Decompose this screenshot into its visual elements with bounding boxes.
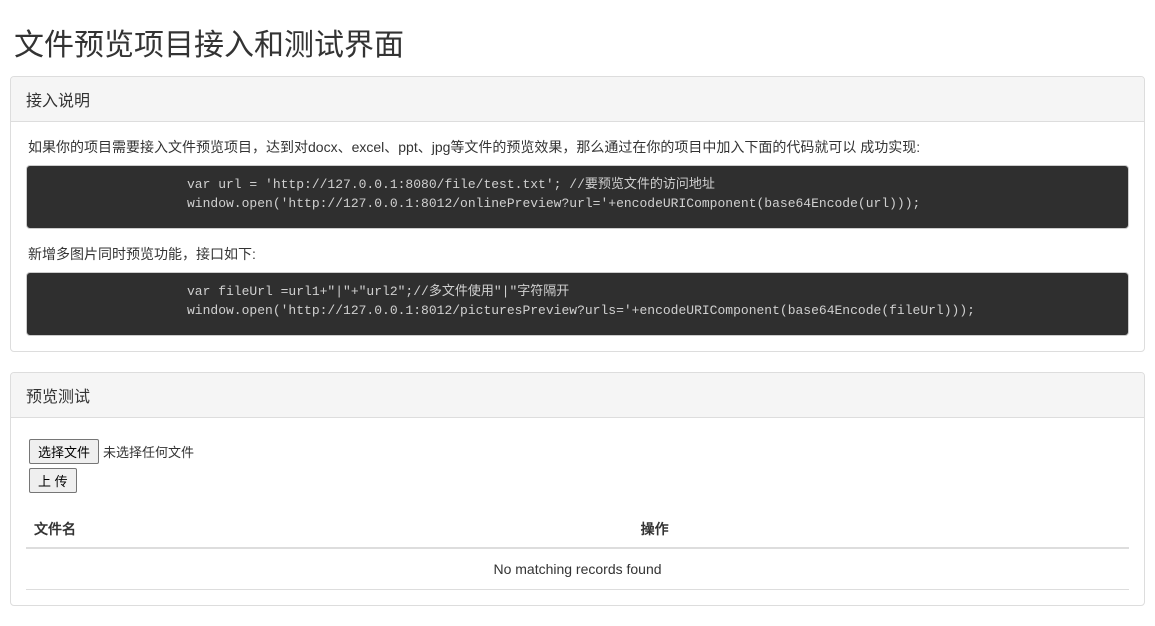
upload-area: 选择文件 未选择任何文件 上 传 (29, 439, 1129, 493)
table-header-filename: 文件名 (26, 511, 633, 548)
choose-file-button[interactable]: 选择文件 (29, 439, 99, 464)
panel-body-access-instructions: 如果你的项目需要接入文件预览项目，达到对docx、excel、ppt、jpg等文… (11, 122, 1144, 351)
code-block-2: var fileUrl =url1+"|"+"url2";//多文件使用"|"字… (26, 272, 1129, 336)
file-table: 文件名 操作 No matching records found (26, 511, 1129, 590)
page-title: 文件预览项目接入和测试界面 (14, 20, 1145, 64)
code-block-1: var url = 'http://127.0.0.1:8080/file/te… (26, 165, 1129, 229)
panel-heading-access-instructions: 接入说明 (11, 77, 1144, 122)
intro-text-1: 如果你的项目需要接入文件预览项目，达到对docx、excel、ppt、jpg等文… (26, 137, 1129, 157)
intro-text-2: 新增多图片同时预览功能，接口如下: (26, 244, 1129, 264)
panel-body-preview-test: 选择文件 未选择任何文件 上 传 文件名 操作 No matching reco… (11, 418, 1144, 605)
panel-heading-preview-test: 预览测试 (11, 373, 1144, 418)
file-status-text: 未选择任何文件 (103, 442, 194, 461)
upload-button[interactable]: 上 传 (29, 468, 77, 493)
access-instructions-panel: 接入说明 如果你的项目需要接入文件预览项目，达到对docx、excel、ppt、… (10, 76, 1145, 352)
table-row-empty: No matching records found (26, 548, 1129, 590)
table-header-action: 操作 (633, 511, 1129, 548)
table-empty-message: No matching records found (26, 548, 1129, 590)
preview-test-panel: 预览测试 选择文件 未选择任何文件 上 传 文件名 操作 No matching… (10, 372, 1145, 606)
